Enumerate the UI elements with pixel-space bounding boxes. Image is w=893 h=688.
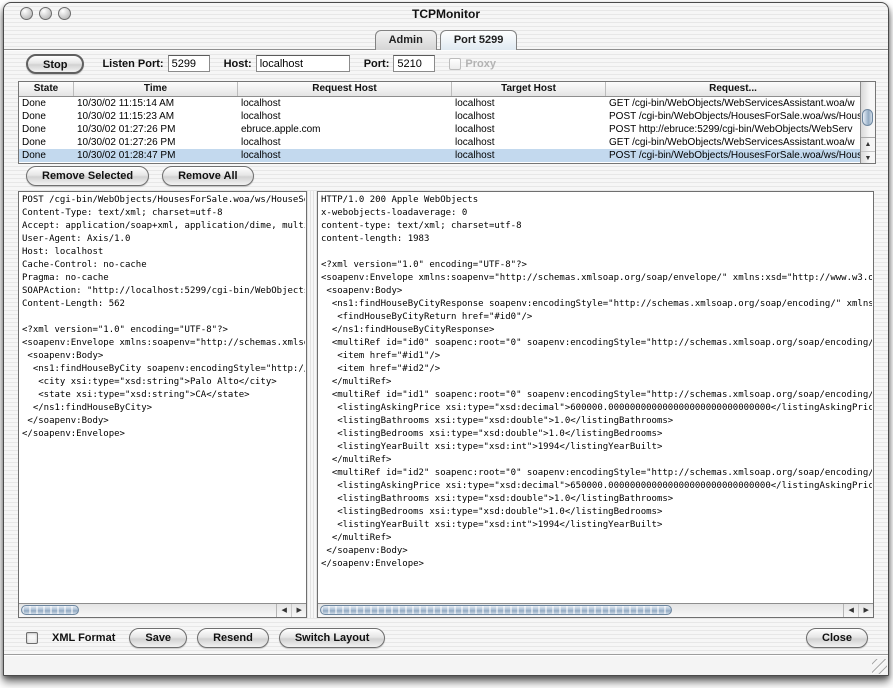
request-horizontal-scrollbar[interactable]: ◀ ▶ <box>19 603 306 617</box>
window-title: TCPMonitor <box>4 3 888 25</box>
table-row[interactable]: Done 10/30/02 11:15:23 AM localhost loca… <box>19 110 860 123</box>
tab-port-5299[interactable]: Port 5299 <box>440 30 518 50</box>
response-horizontal-scrollbar[interactable]: ◀ ▶ <box>318 603 873 617</box>
column-header-state[interactable]: State <box>19 82 74 96</box>
switch-layout-button[interactable]: Switch Layout <box>279 628 386 648</box>
scroll-up-icon[interactable]: ▲ <box>861 138 875 151</box>
response-text[interactable]: HTTP/1.0 200 Apple WebObjects x-webobjec… <box>321 194 872 601</box>
column-header-request[interactable]: Request... <box>606 82 860 96</box>
remove-actions: Remove Selected Remove All <box>26 166 254 186</box>
port-label: Port: <box>364 58 390 70</box>
request-text[interactable]: POST /cgi-bin/WebObjects/HousesForSale.w… <box>22 194 305 601</box>
proxy-checkbox[interactable] <box>449 58 461 70</box>
titlebar[interactable]: TCPMonitor <box>4 3 888 25</box>
resend-button[interactable]: Resend <box>197 628 269 648</box>
scroll-left-icon[interactable]: ◀ <box>844 604 858 617</box>
table-row[interactable]: Done 10/30/02 11:15:14 AM localhost loca… <box>19 97 860 110</box>
window-minimize-button[interactable] <box>39 7 52 20</box>
pane-splitter[interactable] <box>307 191 317 618</box>
scrollbar-thumb[interactable] <box>21 605 79 615</box>
scroll-right-icon[interactable]: ▶ <box>858 604 873 617</box>
table-row[interactable]: Done 10/30/02 01:27:26 PM ebruce.apple.c… <box>19 123 860 136</box>
listen-port-field[interactable] <box>168 55 210 72</box>
xml-format-checkbox[interactable] <box>26 632 38 644</box>
requests-table: State Time Request Host Target Host Requ… <box>18 81 876 164</box>
scroll-right-icon[interactable]: ▶ <box>291 604 306 617</box>
response-pane: HTTP/1.0 200 Apple WebObjects x-webobjec… <box>317 191 874 618</box>
scrollbar-thumb[interactable] <box>862 109 873 126</box>
remove-selected-button[interactable]: Remove Selected <box>26 166 149 186</box>
port-field[interactable] <box>393 55 435 72</box>
column-header-time[interactable]: Time <box>74 82 238 96</box>
close-button[interactable]: Close <box>806 628 868 648</box>
connection-controls: Stop Listen Port: Host: Port: Proxy <box>26 51 872 76</box>
column-header-target-host[interactable]: Target Host <box>452 82 606 96</box>
window-close-button[interactable] <box>20 7 33 20</box>
save-button[interactable]: Save <box>129 628 187 648</box>
scrollbar-thumb[interactable] <box>320 605 672 615</box>
footer-actions: XML Format Save Resend Switch Layout Clo… <box>26 626 868 650</box>
status-strip <box>4 654 888 675</box>
xml-format-label: XML Format <box>52 632 115 644</box>
listen-port-label: Listen Port: <box>102 58 163 70</box>
column-header-request-host[interactable]: Request Host <box>238 82 452 96</box>
tcpmonitor-window: TCPMonitor Admin Port 5299 Stop Listen P… <box>3 2 889 676</box>
table-header: State Time Request Host Target Host Requ… <box>19 82 860 97</box>
table-row[interactable]: Done 10/30/02 01:27:26 PM localhost loca… <box>19 136 860 149</box>
stop-button[interactable]: Stop <box>26 54 84 74</box>
host-label: Host: <box>224 58 252 70</box>
message-panes: POST /cgi-bin/WebObjects/HousesForSale.w… <box>18 191 874 618</box>
host-field[interactable] <box>256 55 350 72</box>
request-pane: POST /cgi-bin/WebObjects/HousesForSale.w… <box>18 191 307 618</box>
proxy-label: Proxy <box>465 58 496 70</box>
tab-admin[interactable]: Admin <box>375 30 437 50</box>
table-vertical-scrollbar[interactable]: ▲ ▼ <box>860 82 875 163</box>
scroll-left-icon[interactable]: ◀ <box>277 604 291 617</box>
remove-all-button[interactable]: Remove All <box>162 166 254 186</box>
table-row-selected[interactable]: Done 10/30/02 01:28:47 PM localhost loca… <box>19 149 860 162</box>
scroll-down-icon[interactable]: ▼ <box>861 151 875 164</box>
window-zoom-button[interactable] <box>58 7 71 20</box>
tab-bar: Admin Port 5299 <box>4 25 888 50</box>
resize-grip-icon[interactable] <box>872 659 887 674</box>
